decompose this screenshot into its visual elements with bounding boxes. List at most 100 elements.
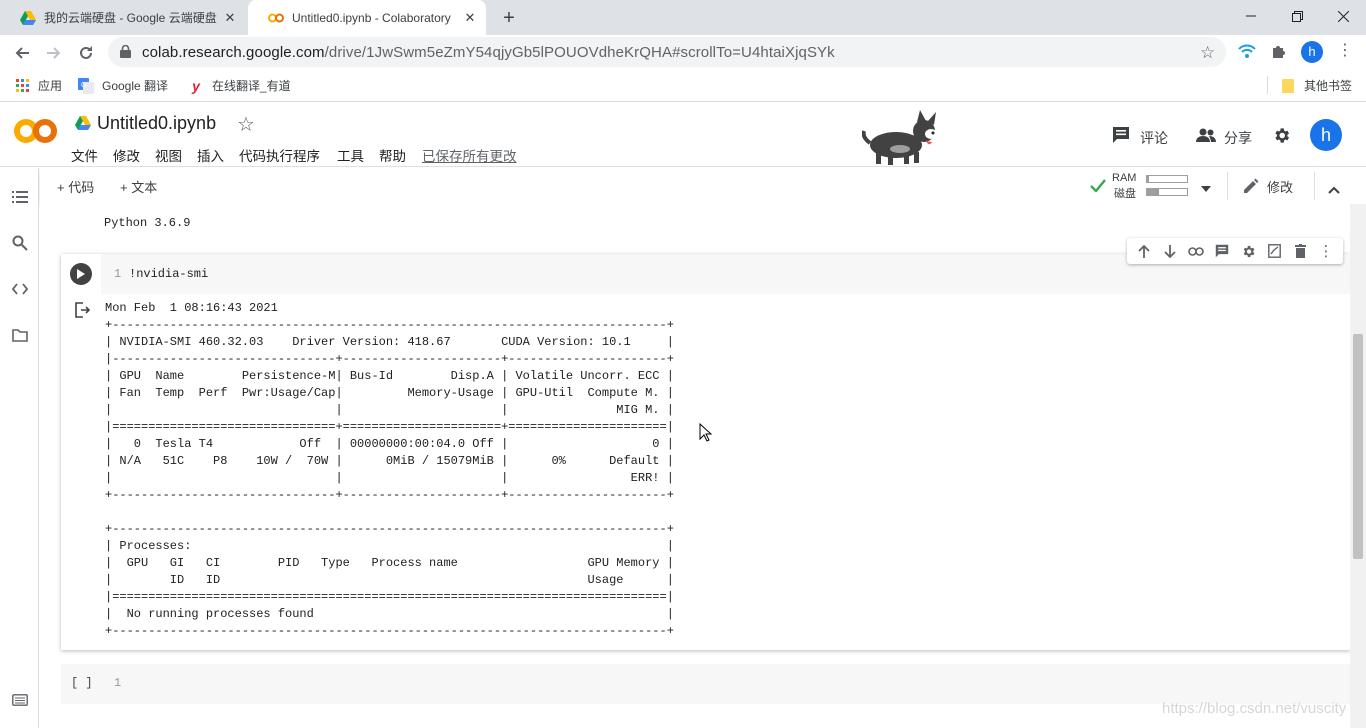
notebook-area[interactable]: Python 3.6.9 1 !nvidia-smi ⋮ Mon Feb 1 0… bbox=[40, 204, 1350, 728]
link-icon[interactable] bbox=[1187, 242, 1205, 260]
minimize-icon[interactable] bbox=[1228, 0, 1274, 32]
other-bookmarks[interactable]: 其他书签 bbox=[1280, 77, 1352, 94]
google-drive-icon bbox=[20, 10, 36, 26]
ram-usage-bar[interactable] bbox=[1146, 175, 1188, 183]
toolbar-divider bbox=[1314, 172, 1315, 200]
lock-icon[interactable] bbox=[120, 44, 131, 63]
apps-grid-icon bbox=[14, 78, 30, 94]
reload-icon[interactable] bbox=[72, 39, 100, 67]
save-status[interactable]: 已保存所有更改 bbox=[422, 145, 517, 165]
menu-insert[interactable]: 插入 bbox=[197, 145, 224, 165]
svg-text:G: G bbox=[81, 82, 86, 89]
back-arrow-icon[interactable] bbox=[8, 39, 36, 67]
move-cell-up-icon[interactable] bbox=[1135, 242, 1153, 260]
disk-usage-bar[interactable] bbox=[1146, 188, 1188, 196]
folder-icon bbox=[1280, 78, 1296, 94]
close-window-icon[interactable] bbox=[1320, 0, 1366, 32]
settings-gear-icon[interactable] bbox=[1272, 126, 1291, 150]
forward-arrow-icon[interactable] bbox=[40, 39, 68, 67]
bookmark-youdao[interactable]: y 在线翻译_有道 bbox=[188, 77, 291, 94]
add-text-cell-button[interactable]: + 文本 bbox=[120, 177, 157, 196]
colab-icon bbox=[268, 10, 284, 26]
resources-dropdown-icon[interactable] bbox=[1201, 179, 1211, 197]
menu-file[interactable]: 文件 bbox=[71, 145, 98, 165]
mouse-cursor-icon bbox=[699, 422, 713, 447]
profile-avatar[interactable]: h bbox=[1301, 41, 1323, 63]
edit-pencil-icon[interactable] bbox=[1244, 178, 1259, 198]
comment-icon[interactable] bbox=[1112, 126, 1130, 149]
close-tab-icon[interactable]: ✕ bbox=[222, 10, 238, 26]
star-icon[interactable]: ☆ bbox=[237, 112, 255, 137]
corgi-mascot-image bbox=[861, 109, 946, 172]
url-path: /drive/1JwSwm5eZmY54qjyGb5lPOUOVdheKrQHA… bbox=[324, 44, 835, 61]
tab-title: 我的云端硬盘 - Google 云端硬盘 bbox=[44, 11, 217, 25]
line-number: 1 bbox=[114, 267, 122, 281]
scrollbar-thumb[interactable] bbox=[1353, 334, 1363, 559]
menu-edit[interactable]: 修改 bbox=[113, 145, 140, 165]
bookmark-google-translate[interactable]: G Google 翻译 bbox=[78, 77, 168, 94]
watermark-text: https://blog.csdn.net/vuscity bbox=[1162, 700, 1347, 717]
tab-google-drive[interactable]: 我的云端硬盘 - Google 云端硬盘 ✕ bbox=[0, 0, 246, 35]
add-code-cell-button[interactable]: + 代码 bbox=[57, 177, 94, 196]
bookmark-star-icon[interactable]: ☆ bbox=[1200, 43, 1215, 63]
run-cell-button[interactable] bbox=[70, 263, 92, 285]
other-bookmarks-label: 其他书签 bbox=[1304, 79, 1353, 93]
url-host: colab.research.google.com bbox=[142, 44, 325, 61]
connected-check-icon[interactable] bbox=[1090, 179, 1106, 197]
code-cell[interactable]: 1 !nvidia-smi ⋮ Mon Feb 1 08:16:43 2021 … bbox=[61, 238, 1350, 650]
search-icon[interactable] bbox=[10, 233, 30, 253]
wifi-icon[interactable] bbox=[1238, 43, 1256, 64]
google-drive-icon[interactable] bbox=[75, 116, 91, 135]
bookmark-label: 在线翻译_有道 bbox=[212, 79, 291, 93]
ram-label: RAM bbox=[1112, 172, 1137, 184]
colab-header: Untitled0.ipynb ☆ 文件 修改 视图 插入 代码执行程序 工具 … bbox=[0, 103, 1366, 167]
mirror-cell-tab-icon[interactable] bbox=[1265, 242, 1283, 260]
close-tab-icon[interactable]: ✕ bbox=[462, 10, 478, 26]
tab-colab[interactable]: Untitled0.ipynb - Colaboratory ✕ bbox=[248, 0, 486, 35]
cell-settings-gear-icon[interactable] bbox=[1239, 242, 1257, 260]
bookmarks-bar: 应用 G Google 翻译 y 在线翻译_有道 其他书签 bbox=[0, 69, 1366, 102]
disk-label: 磁盘 bbox=[1114, 188, 1136, 200]
delete-cell-trash-icon[interactable] bbox=[1291, 242, 1309, 260]
menu-tools[interactable]: 工具 bbox=[337, 145, 364, 165]
cell-actions-toolbar: ⋮ bbox=[1127, 238, 1343, 264]
move-cell-down-icon[interactable] bbox=[1161, 242, 1179, 260]
code-snippets-icon[interactable] bbox=[10, 279, 30, 299]
more-vert-icon[interactable]: ⋮ bbox=[1317, 242, 1335, 260]
bookmark-apps[interactable]: 应用 bbox=[14, 77, 62, 94]
edit-button[interactable]: 修改 bbox=[1267, 177, 1293, 196]
user-avatar[interactable]: h bbox=[1310, 119, 1342, 151]
command-palette-icon[interactable] bbox=[10, 690, 30, 710]
browser-tab-strip: 我的云端硬盘 - Google 云端硬盘 ✕ Untitled0.ipynb -… bbox=[0, 0, 1366, 35]
address-bar[interactable]: colab.research.google.com/drive/1JwSwm5e… bbox=[108, 37, 1226, 67]
share-people-icon[interactable] bbox=[1196, 128, 1216, 147]
code-line[interactable]: !nvidia-smi bbox=[129, 267, 208, 281]
previous-cell-output: Python 3.6.9 bbox=[104, 216, 191, 230]
notebook-title[interactable]: Untitled0.ipynb bbox=[97, 113, 216, 134]
menu-view[interactable]: 视图 bbox=[155, 145, 182, 165]
run-cell-button[interactable]: [ ] bbox=[71, 676, 93, 690]
output-actions-icon[interactable] bbox=[74, 302, 92, 320]
share-button[interactable]: 分享 bbox=[1224, 128, 1252, 148]
menu-runtime[interactable]: 代码执行程序 bbox=[239, 145, 320, 165]
menu-help[interactable]: 帮助 bbox=[379, 145, 406, 165]
collapse-chevron-up-icon[interactable] bbox=[1328, 181, 1340, 199]
empty-code-cell[interactable]: [ ] 1 bbox=[61, 664, 1350, 704]
new-tab-plus-icon[interactable]: + bbox=[498, 7, 520, 29]
youdao-icon: y bbox=[192, 77, 200, 94]
more-vert-icon[interactable]: ⋮ bbox=[1337, 42, 1353, 60]
comment-button[interactable]: 评论 bbox=[1140, 128, 1168, 148]
google-translate-icon: G bbox=[78, 77, 94, 94]
comment-icon[interactable] bbox=[1213, 242, 1231, 260]
colab-logo[interactable] bbox=[14, 116, 58, 151]
tab-title: Untitled0.ipynb - Colaboratory bbox=[292, 10, 451, 25]
notebook-toolbar: + 代码 + 文本 RAM 磁盘 修改 bbox=[40, 168, 1366, 204]
table-of-contents-icon[interactable] bbox=[10, 187, 30, 207]
bookmark-label: Google 翻译 bbox=[102, 79, 169, 93]
line-number: 1 bbox=[114, 676, 122, 690]
page-scrollbar[interactable] bbox=[1350, 204, 1366, 728]
restore-icon[interactable] bbox=[1274, 0, 1320, 32]
extensions-puzzle-icon[interactable] bbox=[1271, 43, 1287, 64]
files-folder-icon[interactable] bbox=[10, 325, 30, 345]
browser-toolbar: colab.research.google.com/drive/1JwSwm5e… bbox=[0, 35, 1366, 69]
